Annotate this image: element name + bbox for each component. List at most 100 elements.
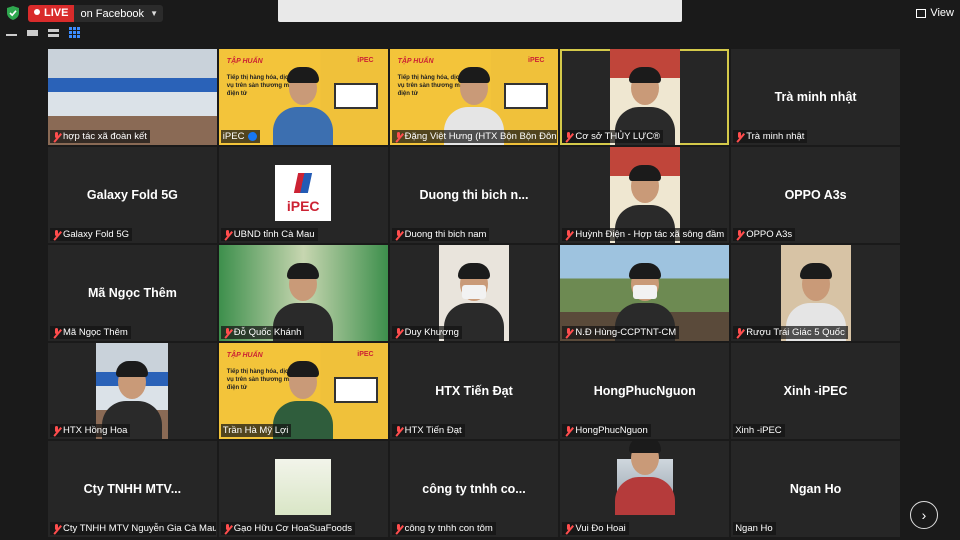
participant-hair — [287, 67, 320, 83]
participant-name-text: Đỗ Quốc Khánh — [233, 327, 302, 338]
participant-tile[interactable]: công ty tnhh co... công ty tnhh con tôm — [389, 441, 559, 537]
participant-name-label: UBND tỉnh Cà Mau — [220, 228, 318, 241]
participant-tile[interactable]: Duong thi bich n... Duong thi bich nam — [389, 147, 559, 243]
layout-switcher — [6, 27, 80, 38]
banner-device-graphic — [504, 83, 549, 109]
participant-hair — [628, 165, 661, 181]
participant-tile[interactable]: OPPO A3s OPPO A3s — [731, 147, 900, 243]
muted-mic-icon — [564, 229, 573, 240]
participant-tile[interactable]: TẬP HUẤN Tiếp thị hàng hóa, dịch vụ trên … — [389, 49, 559, 145]
participant-hair — [799, 263, 832, 279]
participant-display-name: Cty TNHH MTV... — [83, 482, 182, 496]
participant-display-name: công ty tnhh co... — [422, 482, 526, 496]
participant-name-text: Đặng Việt Hưng (HTX Bộn Bộn Đôn... — [404, 131, 558, 142]
participant-name-label: Gạo Hữu Cơ HoaSuaFoods — [220, 522, 355, 535]
participant-tile[interactable]: HTX Hồng Hoa — [48, 343, 217, 439]
participant-tile[interactable]: Duy Khương — [389, 245, 559, 341]
view-button[interactable]: View — [916, 7, 954, 19]
participant-tile[interactable]: Ngan Ho Ngan Ho — [731, 441, 900, 537]
muted-mic-icon — [564, 425, 573, 436]
ipec-logo-mark — [294, 173, 313, 193]
participant-tile[interactable]: Rượu Trái Giác 5 Quốc — [731, 245, 900, 341]
participant-hair — [457, 263, 490, 279]
banner-title: TẬP HUẤN — [226, 352, 263, 359]
participant-hair — [628, 67, 661, 83]
participant-tile[interactable]: Cty TNHH MTV... Cty TNHH MTV Nguyễn Gia C… — [48, 441, 217, 537]
participant-video — [275, 459, 332, 515]
live-stream-badge[interactable]: LIVE on Facebook ▼ — [28, 5, 163, 22]
participant-name-label: Đặng Việt Hưng (HTX Bộn Bộn Đôn... — [391, 130, 558, 143]
participant-name-label: Trà minh nhật — [733, 130, 808, 143]
participant-tile[interactable]: TẬP HUẤN Tiếp thị hàng hóa, dịch vụ trên … — [218, 343, 388, 439]
banner-device-graphic — [333, 83, 378, 109]
banner-logo: iPEC — [357, 57, 374, 64]
banner-title: TẬP HUẤN — [397, 58, 434, 65]
participant-name-label: Trần Hà Mỹ Lợi — [220, 424, 292, 437]
participant-tile[interactable]: Trà minh nhật Trà minh nhật — [731, 49, 900, 145]
participant-display-name: OPPO A3s — [784, 188, 847, 202]
speaker-layout-icon[interactable] — [6, 30, 17, 36]
participant-name-text: Ngan Ho — [735, 523, 773, 534]
participant-tile[interactable]: Xinh -iPEC Xinh -iPEC — [731, 343, 900, 439]
gallery-layout-icon[interactable] — [69, 27, 80, 38]
participant-name-text: Vui Đo Hoai — [575, 523, 626, 534]
grid-icon — [916, 8, 927, 18]
banner-title: TẬP HUẤN — [226, 58, 263, 65]
participant-name-text: Cty TNHH MTV Nguyễn Gia Cà Mau — [63, 523, 216, 534]
muted-mic-icon — [394, 327, 403, 338]
participant-tile[interactable]: Huỳnh Điện - Hợp tác xã sông đầm — [560, 147, 730, 243]
filmstrip-layout-icon[interactable] — [27, 29, 38, 36]
participant-tile[interactable]: Vui Đo Hoai — [560, 441, 730, 537]
participant-name-label: HTX Tiến Đạt — [391, 424, 465, 437]
participant-display-name: Duong thi bich n... — [419, 188, 529, 202]
muted-mic-icon — [52, 425, 61, 436]
participant-hair — [628, 263, 661, 279]
participant-name-label: Duy Khương — [391, 326, 462, 339]
facebook-icon — [248, 132, 258, 141]
participant-name-label: Cty TNHH MTV Nguyễn Gia Cà Mau — [50, 522, 216, 535]
participant-tile[interactable]: Cơ sở THỦY LỰC® — [560, 49, 730, 145]
participant-name-label: Rượu Trái Giác 5 Quốc — [733, 326, 848, 339]
participant-name-label: iPEC — [220, 130, 261, 143]
participant-name-text: HTX Hồng Hoa — [63, 425, 128, 436]
chevron-right-icon: › — [921, 507, 927, 523]
participant-name-text: Mã Ngọc Thêm — [63, 327, 128, 338]
participant-name-label: Ngan Ho — [733, 522, 776, 535]
participant-name-text: Rượu Trái Giác 5 Quốc — [746, 327, 845, 338]
participant-display-name: Galaxy Fold 5G — [86, 188, 178, 202]
muted-mic-icon — [52, 131, 61, 142]
participant-tile[interactable]: hợp tác xã đoàn kết — [48, 49, 217, 145]
participant-name-label: Vui Đo Hoai — [562, 522, 629, 535]
participant-name-text: Gạo Hữu Cơ HoaSuaFoods — [233, 523, 352, 534]
participant-tile[interactable]: iPEC UBND tỉnh Cà Mau — [218, 147, 388, 243]
participant-name-label: HTX Hồng Hoa — [50, 424, 131, 437]
participant-tile[interactable]: Mã Ngọc Thêm Mã Ngọc Thêm — [48, 245, 217, 341]
meeting-top-bar: LIVE on Facebook ▼ View — [0, 0, 960, 26]
participant-hair — [628, 441, 661, 453]
muted-mic-icon — [394, 229, 403, 240]
muted-mic-icon — [735, 229, 744, 240]
muted-mic-icon — [564, 131, 573, 142]
participant-name-label: HongPhucNguon — [562, 424, 651, 437]
participant-video-figure — [273, 65, 334, 145]
muted-mic-icon — [394, 425, 403, 436]
muted-mic-icon — [223, 229, 232, 240]
face-mask — [632, 285, 657, 299]
participant-tile[interactable]: Galaxy Fold 5G Galaxy Fold 5G — [48, 147, 217, 243]
participant-name-text: Trần Hà Mỹ Lợi — [222, 425, 289, 436]
participant-video: iPEC — [275, 165, 332, 221]
participant-tile[interactable]: N.Đ Hùng-CCPTNT-CM — [560, 245, 730, 341]
participant-tile[interactable]: HTX Tiến Đạt HTX Tiến Đạt — [389, 343, 559, 439]
participant-shoulders — [614, 477, 675, 515]
immersive-layout-icon[interactable] — [48, 28, 59, 37]
live-platform-label: on Facebook — [80, 7, 145, 20]
participant-tile[interactable]: Đỗ Quốc Khánh — [218, 245, 388, 341]
participant-tile[interactable]: Gạo Hữu Cơ HoaSuaFoods — [218, 441, 388, 537]
participant-name-text: công ty tnhh con tôm — [404, 523, 493, 534]
next-page-button[interactable]: › — [910, 501, 938, 529]
participant-display-name: HTX Tiến Đạt — [435, 384, 513, 398]
participant-tile[interactable]: HongPhucNguon HongPhucNguon — [560, 343, 730, 439]
participant-name-text: Galaxy Fold 5G — [63, 229, 129, 240]
shield-icon[interactable] — [6, 6, 20, 20]
participant-tile[interactable]: TẬP HUẤN Tiếp thị hàng hóa, dịch vụ trên … — [218, 49, 388, 145]
